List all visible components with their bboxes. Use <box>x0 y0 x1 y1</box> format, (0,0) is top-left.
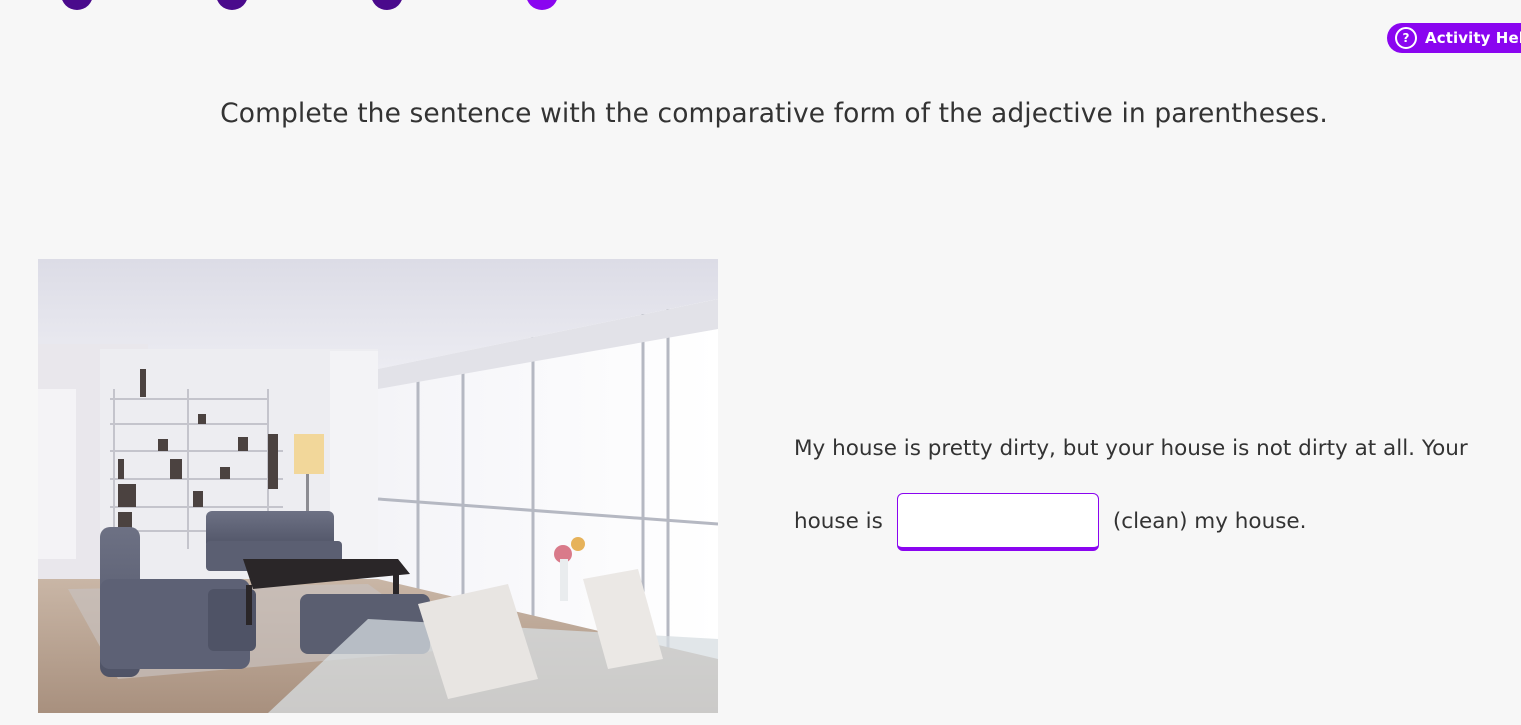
answer-input[interactable] <box>896 493 1099 551</box>
instruction-text: Complete the sentence with the comparati… <box>220 98 1328 129</box>
question-circle-icon: ? <box>1395 27 1417 49</box>
progress-step-3[interactable] <box>371 0 403 10</box>
sentence-before-blank: house is <box>794 508 883 534</box>
activity-help-label: Activity Help <box>1425 29 1521 47</box>
living-room-image <box>38 259 718 713</box>
sentence-line-2: house is (clean) my house. <box>794 492 1307 551</box>
sentence-line-1: My house is pretty dirty, but your house… <box>794 436 1468 461</box>
progress-step-2[interactable] <box>216 0 248 10</box>
activity-help-button[interactable]: ? Activity Help <box>1387 23 1521 53</box>
progress-step-1[interactable] <box>61 0 93 10</box>
sentence-after-blank: (clean) my house. <box>1112 508 1307 534</box>
progress-step-4[interactable] <box>526 0 558 10</box>
activity-page: ? Activity Help Complete the sentence wi… <box>0 0 1521 725</box>
